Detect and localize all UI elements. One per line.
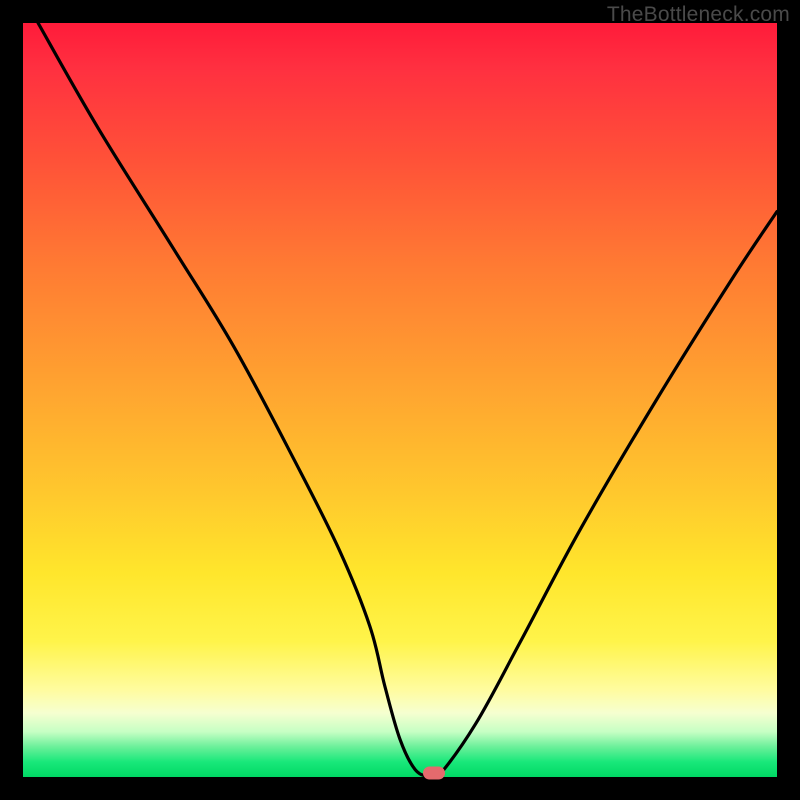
watermark-text: TheBottleneck.com (607, 3, 790, 27)
chart-frame: TheBottleneck.com (0, 0, 800, 800)
bottleneck-curve (23, 23, 777, 777)
plot-area (23, 23, 777, 777)
minimum-marker (423, 767, 445, 780)
